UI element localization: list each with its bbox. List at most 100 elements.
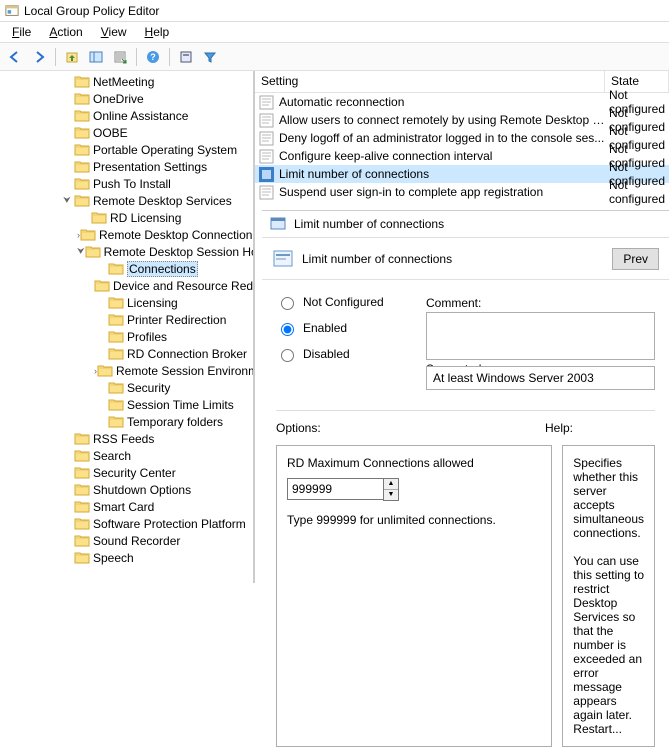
tree-node[interactable]: ⮟Remote Desktop Session Host [77,243,253,260]
tree-node[interactable]: ›Remote Desktop Connection Client [77,226,253,243]
separator [55,48,56,66]
tree-node[interactable]: Speech [60,549,253,566]
list-item-setting: Automatic reconnection [279,95,609,109]
radio-enabled[interactable]: Enabled [276,320,416,336]
tree-node-label: Software Protection Platform [93,517,246,531]
separator [136,48,137,66]
tree-node-label: RD Licensing [110,211,181,225]
tree-node[interactable]: RD Licensing [77,209,253,226]
dialog-titlebar: Limit number of connections [262,211,669,238]
folder-icon [108,381,124,394]
dialog-heading: Limit number of connections [302,252,452,266]
column-setting[interactable]: Setting [255,71,605,92]
spinner-buttons[interactable]: ▲ ▼ [383,478,399,501]
tree-node[interactable]: OneDrive [60,90,253,107]
menu-view[interactable]: View [93,23,135,41]
expander-spacer [60,534,74,548]
expander-spacer [60,92,74,106]
tree-node[interactable]: OOBE [60,124,253,141]
spinner-up[interactable]: ▲ [384,479,398,490]
policy-item-icon [259,185,274,200]
tree-node[interactable]: NetMeeting [60,73,253,90]
tree-node[interactable]: Security Center [60,464,253,481]
list-item[interactable]: Deny logoff of an administrator logged i… [255,129,669,147]
tree-node-label: Sound Recorder [93,534,180,548]
tree-node[interactable]: Online Assistance [60,107,253,124]
dialog-titlebar-icon [270,216,286,232]
tree-node[interactable]: ›Remote Session Environment [94,362,253,379]
list-item[interactable]: Configure keep-alive connection interval… [255,147,669,165]
radio-disabled-input[interactable] [281,349,294,362]
comment-label: Comment: [426,294,655,310]
tree-node[interactable]: Security [94,379,253,396]
chevron-down-icon[interactable]: ⮟ [60,194,74,208]
menu-file[interactable]: File [4,23,39,41]
tree-node[interactable]: Connections [94,260,253,277]
option-field-label: RD Maximum Connections allowed [287,456,541,470]
help-label: Help: [545,421,655,435]
expander-spacer [60,177,74,191]
menu-action[interactable]: Action [41,23,90,41]
tree-node[interactable]: Printer Redirection [94,311,253,328]
tree-node[interactable]: Presentation Settings [60,158,253,175]
comment-textbox[interactable] [426,312,655,360]
expander-spacer [94,313,108,327]
expander-spacer [94,262,108,276]
settings-list[interactable]: Automatic reconnectionNot configuredAllo… [255,93,669,201]
folder-icon [74,534,90,547]
radio-disabled-label: Disabled [303,347,350,361]
previous-setting-button[interactable]: Prev [612,248,659,270]
tree-node[interactable]: Licensing [94,294,253,311]
tree-node[interactable]: Shutdown Options [60,481,253,498]
filter-button[interactable] [199,46,221,68]
options-panel: RD Maximum Connections allowed ▲ ▼ Type … [276,445,552,747]
list-item[interactable]: Suspend user sign-in to complete app reg… [255,183,669,201]
tree-node[interactable]: Portable Operating System [60,141,253,158]
folder-icon [74,500,90,513]
folder-icon [74,143,90,156]
tree-node-label: Online Assistance [93,109,188,123]
export-button[interactable] [109,46,131,68]
tree-node-label: Remote Desktop Connection Client [99,228,255,242]
max-connections-input[interactable] [287,478,383,500]
tree-node[interactable]: RD Connection Broker [94,345,253,362]
back-button[interactable] [4,46,26,68]
options-label: Options: [276,421,545,435]
chevron-down-icon[interactable]: ⮟ [77,245,85,259]
list-item[interactable]: Automatic reconnectionNot configured [255,93,669,111]
tree-node[interactable]: Temporary folders [94,413,253,430]
show-hide-tree-button[interactable] [85,46,107,68]
tree-node[interactable]: RSS Feeds [60,430,253,447]
tree-node[interactable]: ⮟Remote Desktop Services [60,192,253,209]
folder-icon [74,109,90,122]
policy-tree[interactable]: NetMeetingOneDriveOnline AssistanceOOBEP… [0,73,253,566]
menu-help[interactable]: Help [137,23,178,41]
tree-node[interactable]: Search [60,447,253,464]
tree-node[interactable]: Profiles [94,328,253,345]
up-button[interactable] [61,46,83,68]
folder-icon [80,228,96,241]
radio-not-configured[interactable]: Not Configured [276,294,416,310]
tree-pane[interactable]: NetMeetingOneDriveOnline AssistanceOOBEP… [0,71,255,583]
list-item[interactable]: Limit number of connectionsNot configure… [255,165,669,183]
radio-disabled[interactable]: Disabled [276,346,416,362]
tree-node-label: Profiles [127,330,167,344]
list-item[interactable]: Allow users to connect remotely by using… [255,111,669,129]
forward-button[interactable] [28,46,50,68]
tree-node[interactable]: Sound Recorder [60,532,253,549]
dialog-title-text: Limit number of connections [294,217,444,231]
tree-node[interactable]: Device and Resource Redirection [94,277,253,294]
folder-icon [74,75,90,88]
tree-node[interactable]: Push To Install [60,175,253,192]
tree-node[interactable]: Smart Card [60,498,253,515]
radio-not-configured-input[interactable] [281,297,294,310]
tree-node-label: Search [93,449,131,463]
tree-node-label: Presentation Settings [93,160,207,174]
spinner-down[interactable]: ▼ [384,490,398,500]
radio-enabled-input[interactable] [281,323,294,336]
help-button[interactable]: ? [142,46,164,68]
policy-item-icon [259,167,274,182]
tree-node[interactable]: Software Protection Platform [60,515,253,532]
properties-button[interactable] [175,46,197,68]
tree-node[interactable]: Session Time Limits [94,396,253,413]
